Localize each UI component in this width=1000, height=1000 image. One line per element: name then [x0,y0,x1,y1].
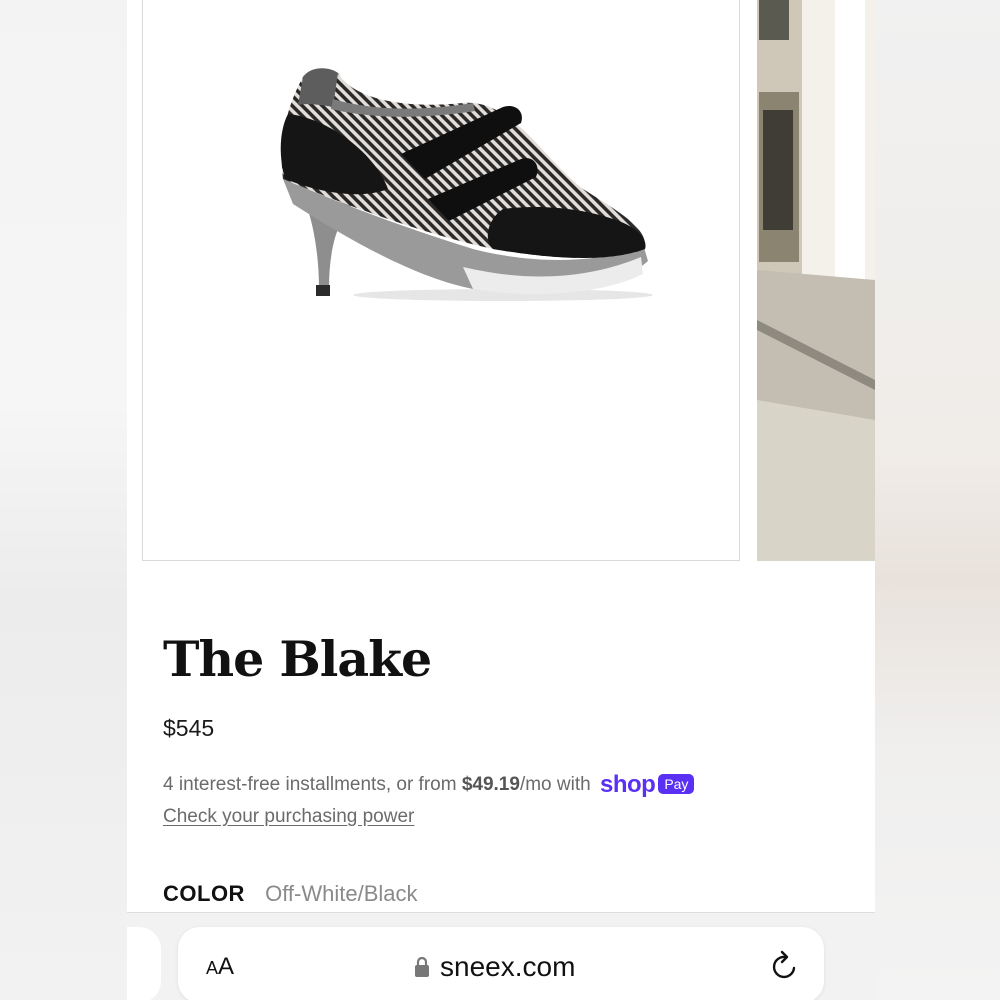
product-image-lifestyle[interactable] [757,0,875,561]
address-bar[interactable]: AA sneex.com [178,927,824,1000]
url-display[interactable]: sneex.com [414,951,575,983]
shop-pay-badge: Pay [658,774,695,794]
color-value: Off-White/Black [265,881,418,906]
installments-info: 4 interest-free installments, or from $4… [163,771,695,799]
lock-icon [415,956,429,977]
street-scene-image [757,0,875,561]
installments-suffix: /mo with [519,774,591,795]
browser-viewport: The Blake $545 4 interest-free installme… [127,0,875,1000]
check-purchasing-power-link[interactable]: Check your purchasing power [163,806,414,828]
reload-icon[interactable] [770,949,800,981]
browser-toolbar: AA sneex.com [127,912,875,1000]
background-left [0,0,127,1000]
shop-pay-word: shop [599,771,656,798]
product-gallery[interactable] [127,0,875,562]
product-image-main[interactable] [142,0,740,561]
previous-tab-preview[interactable] [127,927,161,1000]
text-size-button[interactable]: AA [206,953,234,981]
product-price: $545 [163,715,215,741]
color-selector: COLOR Off-White/Black [163,881,418,907]
shop-pay-logo[interactable]: shop Pay [599,771,695,799]
product-title: The Blake [163,630,432,688]
color-label: COLOR [163,881,245,906]
installments-prefix: 4 interest-free installments, or from [163,774,462,795]
shoe-image [280,68,653,301]
installment-amount: $49.19 [461,774,520,795]
url-text: sneex.com [440,951,576,982]
background-right [875,0,1000,1000]
